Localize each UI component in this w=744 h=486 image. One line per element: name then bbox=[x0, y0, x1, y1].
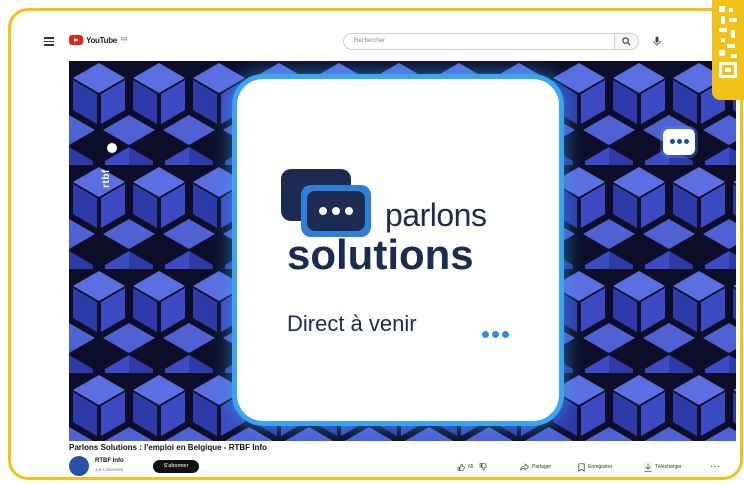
chat-bubble-icon bbox=[663, 129, 695, 155]
video-player[interactable]: rtbf parlons solutions Direct à venir bbox=[69, 61, 736, 441]
search-placeholder: Rechercher bbox=[354, 38, 386, 44]
share-label: Partager bbox=[532, 464, 552, 470]
download-icon bbox=[644, 463, 652, 472]
brand-word-solutions: solutions bbox=[287, 231, 474, 278]
share-icon bbox=[520, 463, 529, 471]
live-status-text: Direct à venir bbox=[287, 311, 417, 336]
like-button[interactable]: 65 bbox=[457, 462, 474, 472]
rtbf-dot-icon bbox=[107, 143, 117, 153]
like-count: 65 bbox=[468, 464, 474, 470]
youtube-logo[interactable]: YouTube FR bbox=[69, 35, 128, 45]
qr-code-icon bbox=[717, 4, 739, 96]
title-card: parlons solutions Direct à venir bbox=[237, 79, 559, 421]
youtube-play-icon bbox=[69, 35, 83, 45]
share-button[interactable]: Partager bbox=[520, 462, 551, 472]
top-bar: YouTube FR Rechercher bbox=[11, 11, 740, 61]
download-label: Télécharger bbox=[655, 464, 682, 470]
rtbf-logo: rtbf bbox=[101, 143, 119, 203]
save-label: Enregistrer bbox=[588, 464, 613, 470]
search-button[interactable] bbox=[615, 33, 639, 50]
search-input[interactable]: Rechercher bbox=[343, 33, 615, 50]
save-button[interactable]: Enregistrer bbox=[578, 462, 612, 472]
thumbs-down-icon bbox=[479, 463, 487, 471]
qr-code-sticker bbox=[712, 0, 744, 100]
logo-text: YouTube bbox=[86, 35, 117, 45]
subscriber-count: 1,8 k abonnés bbox=[95, 467, 124, 472]
status-dots-icon bbox=[482, 325, 512, 343]
menu-icon[interactable] bbox=[44, 37, 54, 46]
bookmark-icon bbox=[578, 462, 585, 472]
screenshot-frame: YouTube FR Rechercher rtbf parlons solut… bbox=[8, 8, 743, 480]
microphone-icon[interactable] bbox=[653, 36, 661, 47]
rtbf-text: rtbf bbox=[100, 169, 112, 188]
search-icon bbox=[622, 37, 631, 46]
thumbs-up-icon bbox=[457, 463, 465, 471]
channel-avatar[interactable] bbox=[69, 456, 89, 476]
channel-name[interactable]: RTBF Info bbox=[95, 458, 124, 464]
more-actions-button[interactable]: ··· bbox=[710, 461, 721, 471]
dislike-button[interactable] bbox=[479, 462, 487, 472]
video-title: Parlons Solutions : l'emploi en Belgique… bbox=[69, 443, 267, 452]
download-button[interactable]: Télécharger bbox=[644, 462, 682, 472]
subscribe-button[interactable]: S'abonner bbox=[153, 460, 199, 473]
brand-word-parlons: parlons bbox=[385, 197, 487, 233]
logo-country: FR bbox=[120, 37, 128, 43]
